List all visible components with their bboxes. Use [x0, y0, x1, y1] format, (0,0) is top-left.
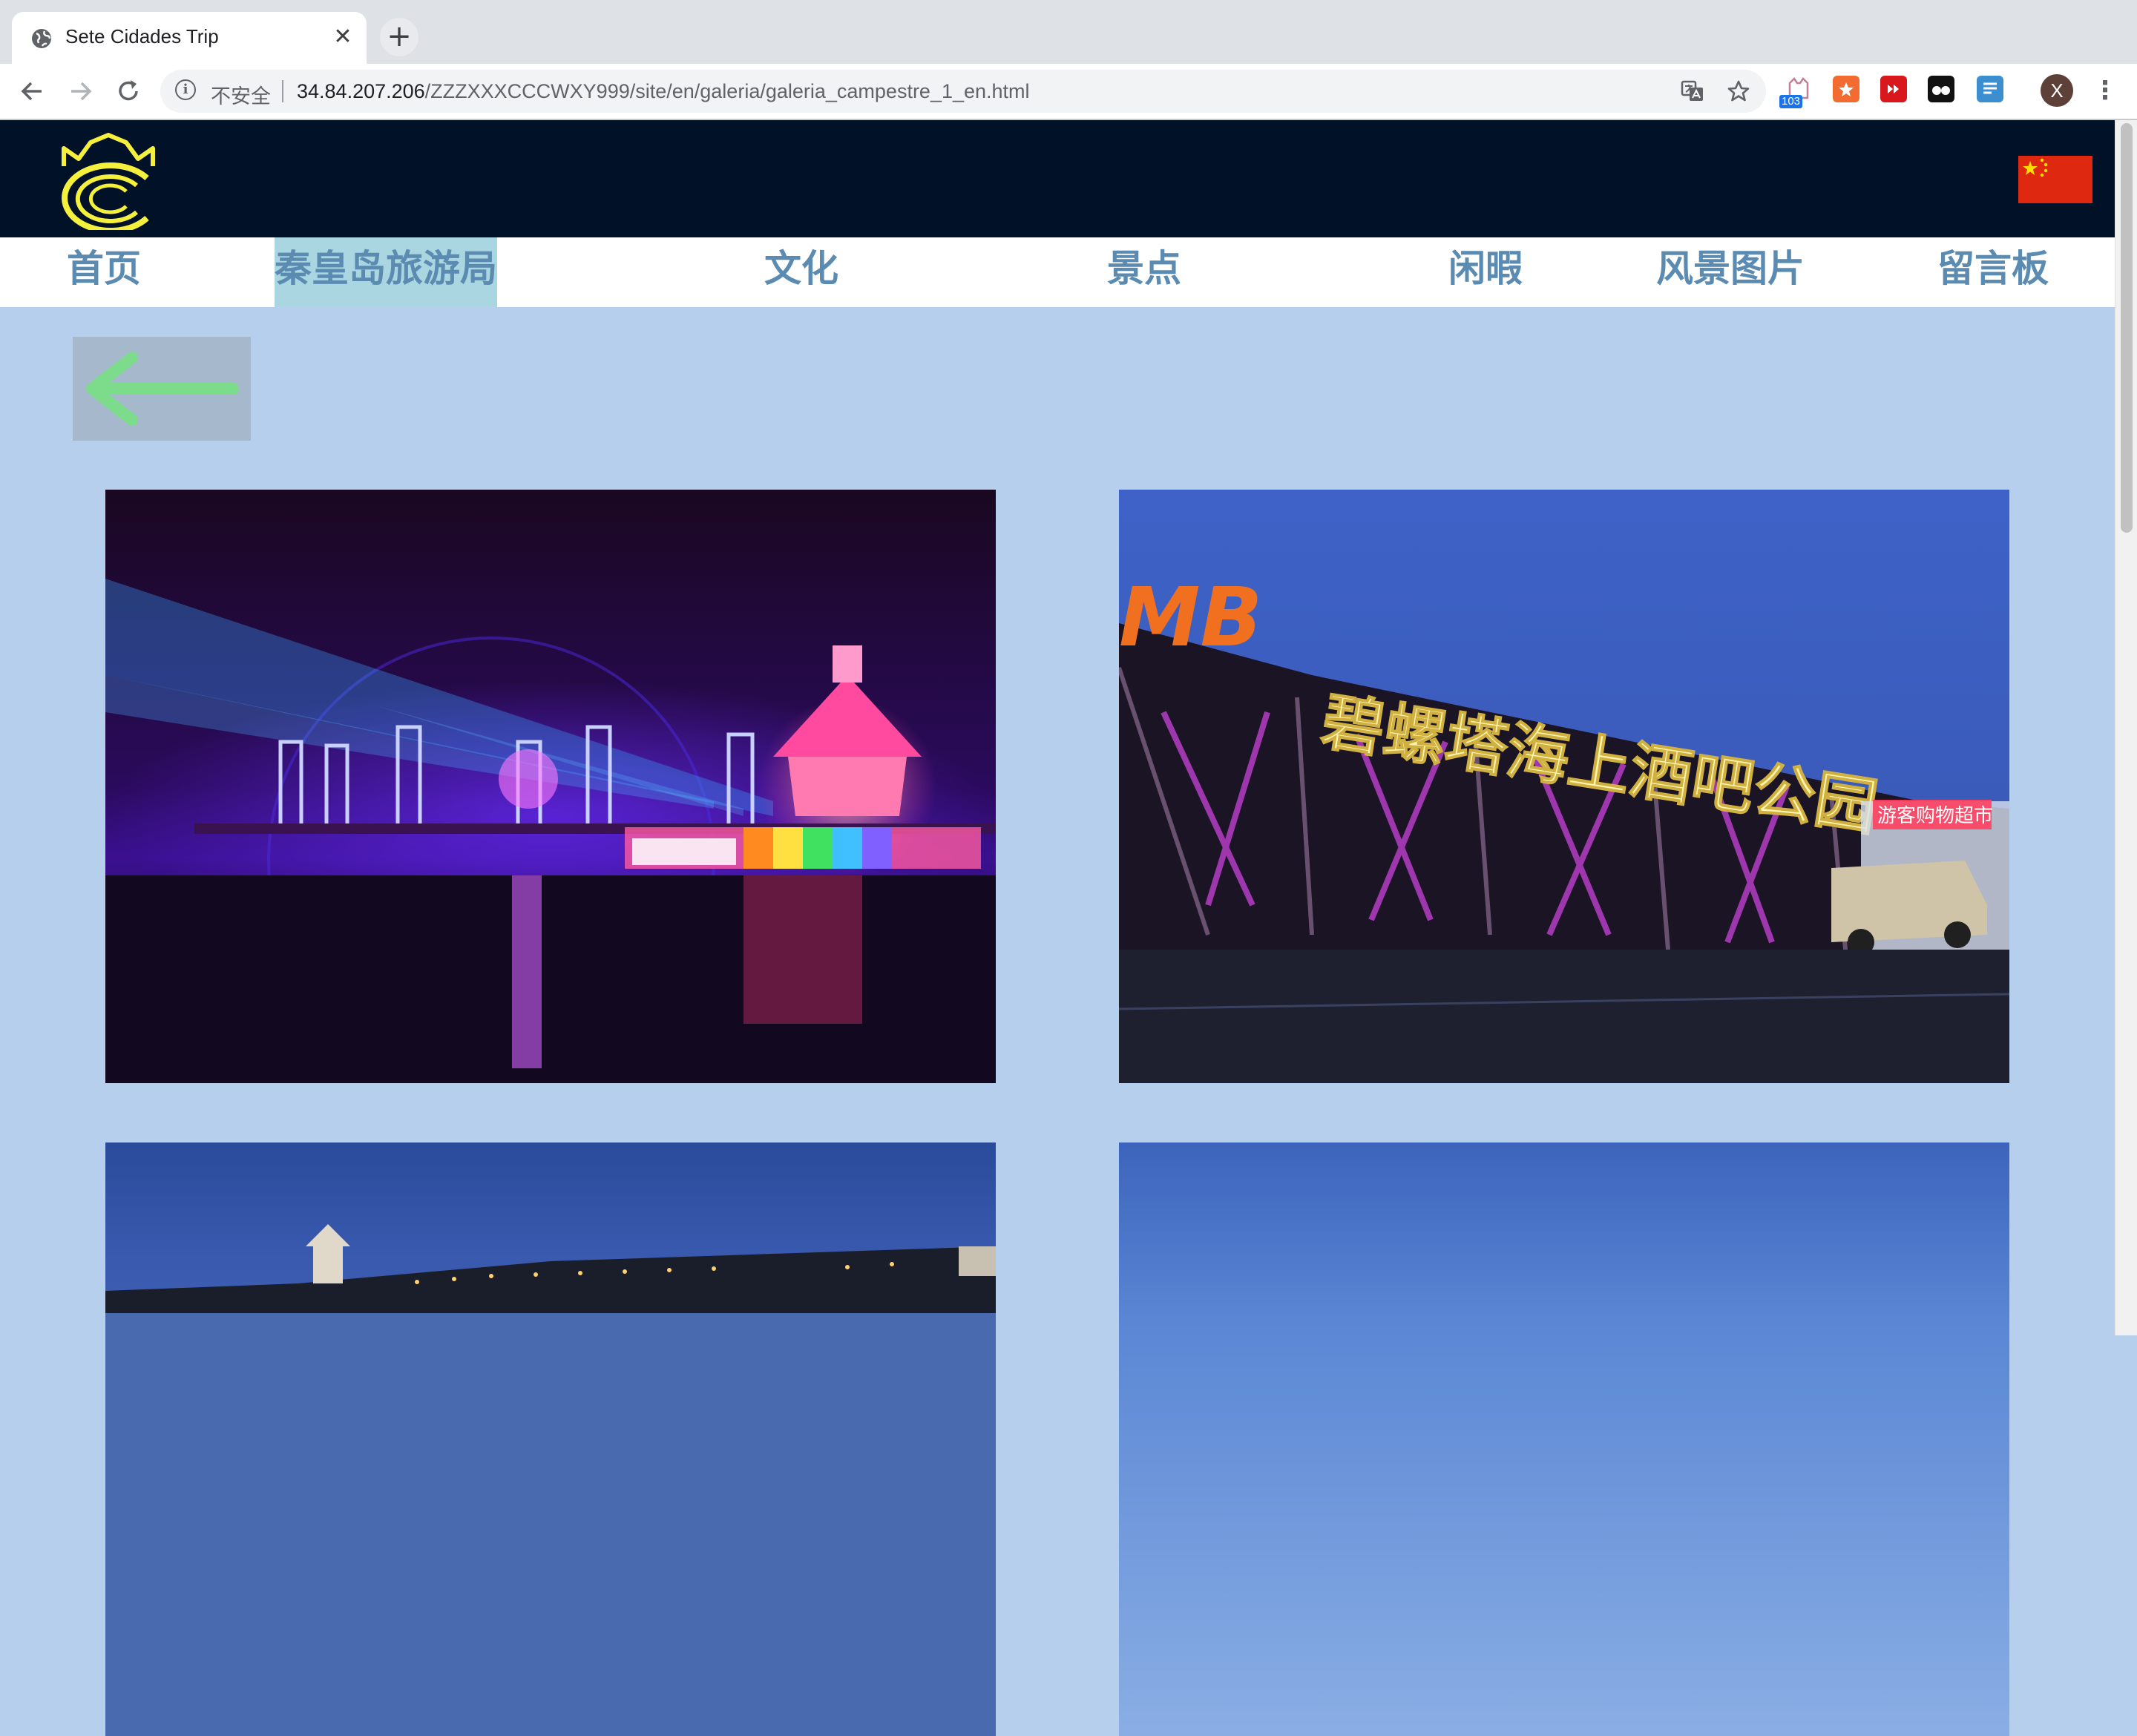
tab-title: Sete Cidades Trip	[65, 25, 219, 47]
kebab-menu-icon[interactable]: ⋮	[2092, 74, 2118, 108]
left-arrow-icon	[86, 352, 239, 426]
back-button[interactable]	[73, 337, 251, 441]
back-arrow-icon[interactable]	[15, 74, 49, 108]
gallery-content: MB 碧螺塔海上酒吧公园 游客购物超市	[0, 307, 2115, 1736]
nav-culture[interactable]: 文化	[755, 237, 847, 307]
url-text[interactable]: 34.84.207.206/ZZZXXXCCCWXY999/site/en/ga…	[297, 80, 1030, 103]
nav-home[interactable]: 首页	[58, 237, 150, 307]
browser-toolbar: i 不安全 34.84.207.206/ZZZXXXCCCWXY999/site…	[0, 64, 2137, 120]
address-bar[interactable]: i 不安全 34.84.207.206/ZZZXXXCCCWXY999/site…	[160, 70, 1766, 113]
page-scrollbar[interactable]	[2115, 120, 2137, 1335]
info-icon[interactable]: i	[175, 79, 196, 100]
glasses-extension-icon[interactable]	[1928, 76, 1954, 102]
url-path: /ZZZXXXCCCWXY999/site/en/galeria/galeria…	[424, 80, 1030, 102]
forward-arrow-icon[interactable]	[64, 74, 98, 108]
notes-icon	[1983, 82, 1997, 94]
nav-message-board[interactable]: 留言板	[1934, 237, 2052, 307]
blue-sky-image	[1119, 1142, 2009, 1736]
nav-scenery-photos[interactable]: 风景图片	[1650, 237, 1811, 307]
profile-avatar[interactable]: X	[2041, 74, 2073, 107]
play-icon	[1888, 85, 1899, 93]
blue-sky-photo[interactable]	[1119, 1142, 2009, 1736]
browser-tab-strip: Sete Cidades Trip ✕ +	[0, 0, 2137, 64]
china-flag-icon[interactable]	[2018, 156, 2092, 203]
reload-icon[interactable]	[111, 74, 145, 108]
translate-icon[interactable]	[1680, 79, 1705, 104]
bar-park-image: MB 碧螺塔海上酒吧公园 游客购物超市	[1119, 490, 2009, 1083]
night-pier-light-show-photo[interactable]	[105, 490, 996, 1083]
omnibox-divider	[282, 80, 283, 102]
url-host: 34.84.207.206	[297, 80, 425, 102]
site-logo[interactable]	[43, 129, 174, 230]
globe-icon	[32, 29, 51, 48]
close-tab-icon[interactable]: ✕	[329, 24, 356, 50]
sign-logo-text: MB	[1119, 570, 1262, 665]
extension-icon[interactable]: 103	[1779, 76, 1812, 108]
security-label[interactable]: 不安全	[211, 80, 271, 109]
shield-icon	[1839, 82, 1854, 96]
browser-tab[interactable]: Sete Cidades Trip ✕	[12, 12, 367, 64]
coastal-pagoda-image	[105, 1142, 996, 1736]
scrollbar-thumb[interactable]	[2121, 123, 2133, 533]
video-extension-icon[interactable]	[1880, 76, 1907, 102]
extension-badge: 103	[1779, 95, 1803, 108]
star-icon[interactable]	[1726, 79, 1751, 104]
site-header	[0, 120, 2115, 237]
nav-leisure[interactable]: 闲暇	[1440, 237, 1532, 307]
shield-extension-icon[interactable]	[1833, 76, 1859, 102]
night-pier-image	[105, 490, 996, 1083]
shop-sign-text: 游客购物超市	[1877, 805, 1993, 827]
nav-attractions[interactable]: 景点	[1098, 237, 1190, 307]
site-nav: 首页 秦皇岛旅游局 文化 景点 闲暇 风景图片 留言板	[0, 237, 2115, 307]
nav-tourism-bureau[interactable]: 秦皇岛旅游局	[275, 237, 497, 307]
glasses-icon	[1932, 86, 1950, 95]
notes-extension-icon[interactable]	[1977, 76, 2003, 102]
bar-park-entrance-sign-photo[interactable]: MB 碧螺塔海上酒吧公园 游客购物超市	[1119, 490, 2009, 1083]
coastal-pagoda-dusk-photo[interactable]	[105, 1142, 996, 1736]
new-tab-button[interactable]: +	[380, 18, 418, 56]
